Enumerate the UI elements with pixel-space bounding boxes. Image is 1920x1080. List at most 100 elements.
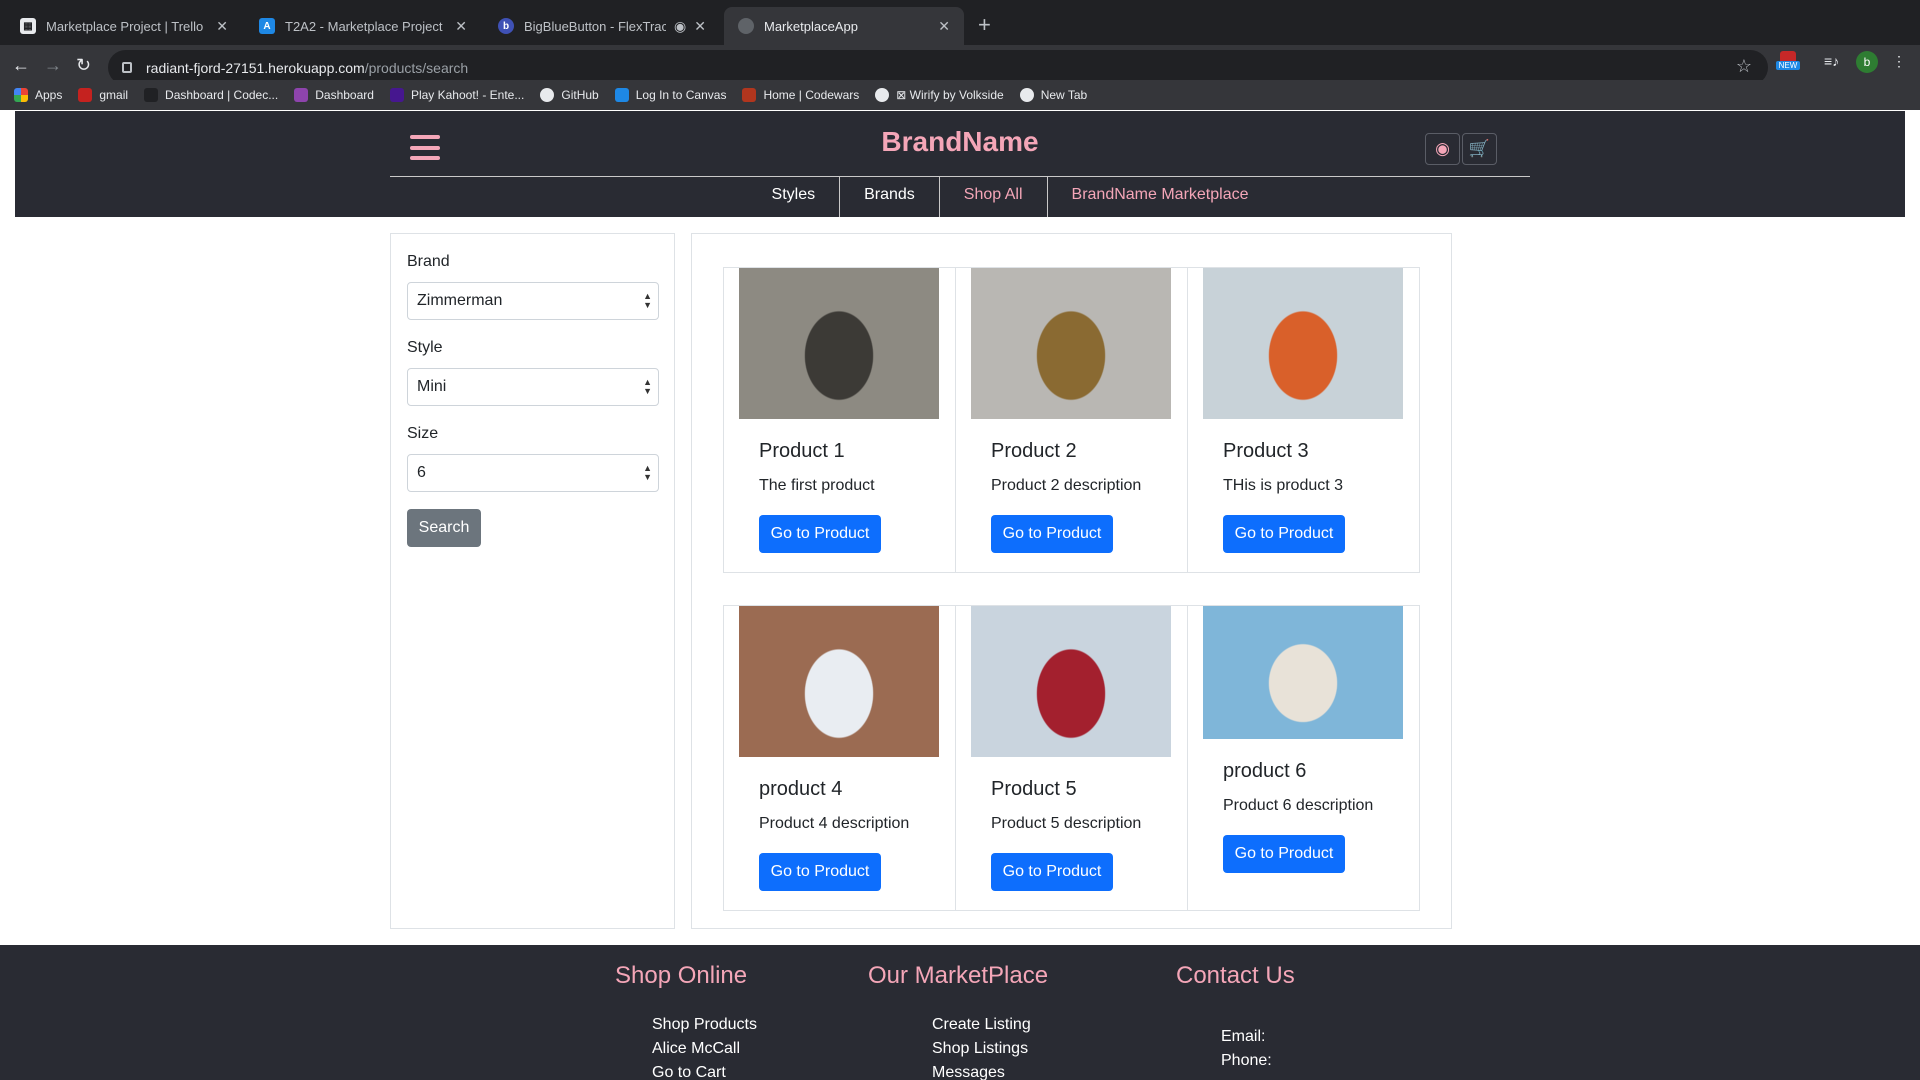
go-to-product-button[interactable]: Go to Product — [759, 853, 881, 891]
nav-styles[interactable]: Styles — [748, 176, 840, 217]
style-select[interactable]: Mini ▲ ▼ — [407, 368, 659, 406]
footer-link[interactable]: Go to Cart — [652, 1064, 726, 1080]
product-description: Product 2 description — [991, 477, 1142, 494]
product-image[interactable] — [971, 606, 1171, 757]
footer-link[interactable]: Create Listing — [932, 1016, 1031, 1034]
product-name: Product 3 — [1223, 440, 1309, 462]
extension-icon[interactable]: NEW — [1776, 51, 1800, 73]
footer-contact-email: Email: — [1221, 1028, 1266, 1045]
profile-avatar[interactable]: b — [1856, 51, 1878, 73]
extension-badge: NEW — [1776, 61, 1800, 70]
product-name: Product 5 — [991, 778, 1077, 800]
globe-icon — [875, 88, 890, 102]
product-image[interactable] — [739, 268, 939, 419]
nav-brandname-marketplace[interactable]: BrandName Marketplace — [1046, 176, 1273, 217]
ed-icon — [294, 88, 309, 102]
canvas-icon — [614, 88, 629, 102]
bookmark-label: Apps — [35, 88, 63, 102]
url-path: /products/search — [364, 59, 469, 76]
close-icon[interactable]: ✕ — [938, 18, 950, 35]
product-description: Product 6 description — [1223, 797, 1374, 814]
bookmark-apps[interactable]: Apps — [14, 88, 62, 102]
new-tab-icon[interactable]: + — [978, 12, 991, 38]
bookmark-wirify[interactable]: ⊠ Wirify by Volkside — [875, 88, 1004, 102]
footer-link[interactable]: Alice McCall — [652, 1040, 740, 1058]
footer-link[interactable]: Shop Products — [652, 1016, 757, 1034]
close-icon[interactable]: ✕ — [216, 18, 228, 35]
forward-icon[interactable]: → — [44, 55, 62, 76]
bookmark-gmail[interactable]: gmail — [78, 88, 128, 102]
globe-icon — [1019, 88, 1034, 102]
footer-link[interactable]: Messages — [932, 1064, 1005, 1080]
bookmark-github[interactable]: GitHub — [540, 88, 599, 102]
account-icon[interactable]: ◉ — [1425, 133, 1460, 165]
bookmark-kahoot[interactable]: Play Kahoot! - Ente... — [389, 88, 524, 102]
style-select-value: Mini — [417, 378, 447, 395]
size-filter-label: Size — [407, 425, 439, 442]
go-to-product-button[interactable]: Go to Product — [1223, 515, 1345, 553]
globe-icon — [738, 18, 754, 34]
reload-icon[interactable]: ↻ — [76, 55, 91, 76]
product-description: Product 5 description — [991, 815, 1142, 832]
bookmark-new-tab[interactable]: New Tab — [1019, 88, 1088, 102]
footer-link[interactable]: Shop Listings — [932, 1040, 1028, 1058]
footer-heading-shop-online: Shop Online — [615, 962, 748, 989]
browser-tab-title: Marketplace Project | Trello — [46, 18, 204, 34]
product-image[interactable] — [739, 606, 939, 757]
brand-logo[interactable]: BrandName — [15, 126, 1905, 158]
go-to-product-button[interactable]: Go to Product — [991, 853, 1113, 891]
media-control-icon[interactable]: ≡♪ — [1824, 53, 1839, 69]
cart-icon[interactable]: 🛒 — [1462, 133, 1497, 165]
browser-tab[interactable]: A T2A2 - Marketplace Project ✕ — [245, 7, 481, 45]
go-to-product-button[interactable]: Go to Product — [759, 515, 881, 553]
browser-tab-title: MarketplaceApp — [764, 18, 858, 34]
nav-shop-all[interactable]: Shop All — [938, 176, 1047, 217]
product-image[interactable] — [1203, 268, 1403, 419]
browser-tab[interactable]: b BigBlueButton - FlexTrack - ◉ ✕ — [484, 7, 720, 45]
brand-select[interactable]: Zimmerman ▲ ▼ — [407, 282, 659, 320]
product-image[interactable] — [971, 268, 1171, 419]
site-header: BrandName ◉ 🛒 Styles Brands Shop All Bra… — [15, 111, 1905, 217]
size-select[interactable]: 6 ▲ ▼ — [407, 454, 659, 492]
apps-grid-icon — [14, 88, 28, 102]
bookmarks-bar: Apps gmail Dashboard | Codec... Dashboar… — [0, 80, 1920, 110]
bookmark-canvas[interactable]: Log In to Canvas — [614, 88, 727, 102]
browser-tab-bar: ▦ Marketplace Project | Trello ✕ A T2A2 … — [0, 0, 1920, 45]
close-icon[interactable]: ✕ — [455, 18, 467, 35]
codewars-icon — [742, 88, 757, 102]
footer-heading-contact-us: Contact Us — [1176, 962, 1295, 989]
menu-kebab-icon[interactable]: ⋮ — [1892, 53, 1906, 70]
style-filter-label: Style — [407, 339, 443, 356]
product-description: The first product — [759, 477, 875, 494]
bookmark-label: Dashboard | Codec... — [165, 88, 279, 102]
bookmark-label: New Tab — [1040, 88, 1088, 102]
browser-tab-active[interactable]: MarketplaceApp ✕ — [724, 7, 964, 45]
bookmark-label: Log In to Canvas — [635, 88, 727, 102]
product-card: Product 2 Product 2 description Go to Pr… — [955, 267, 1188, 573]
product-image[interactable] — [1203, 606, 1403, 739]
bookmark-codecademy[interactable]: Dashboard | Codec... — [144, 88, 278, 102]
product-name: product 4 — [759, 778, 843, 800]
bookmark-ed-dashboard[interactable]: Dashboard — [294, 88, 374, 102]
kahoot-icon — [389, 88, 404, 102]
search-button[interactable]: Search — [407, 509, 481, 547]
select-arrows-icon: ▲ ▼ — [643, 463, 652, 482]
bookmark-codewars[interactable]: Home | Codewars — [742, 88, 859, 102]
back-icon[interactable]: ← — [12, 55, 30, 76]
close-icon[interactable]: ✕ — [694, 18, 706, 35]
product-description: Product 4 description — [759, 815, 910, 832]
browser-tab[interactable]: ▦ Marketplace Project | Trello ✕ — [6, 7, 242, 45]
go-to-product-button[interactable]: Go to Product — [1223, 835, 1345, 873]
select-arrows-icon: ▲ ▼ — [643, 377, 652, 396]
bookmark-label: Home | Codewars — [763, 88, 860, 102]
gmail-icon — [78, 88, 93, 102]
nav-brands[interactable]: Brands — [839, 176, 939, 217]
go-to-product-button[interactable]: Go to Product — [991, 515, 1113, 553]
product-name: product 6 — [1223, 760, 1307, 782]
bookmark-star-icon[interactable]: ☆ — [1736, 56, 1752, 77]
bookmark-label: GitHub — [561, 88, 599, 102]
bigbluebutton-icon: b — [498, 18, 514, 34]
codecademy-icon — [144, 88, 159, 102]
site-footer: Shop Online Shop Products Alice McCall G… — [0, 945, 1920, 1080]
product-card: product 4 Product 4 description Go to Pr… — [723, 605, 956, 911]
